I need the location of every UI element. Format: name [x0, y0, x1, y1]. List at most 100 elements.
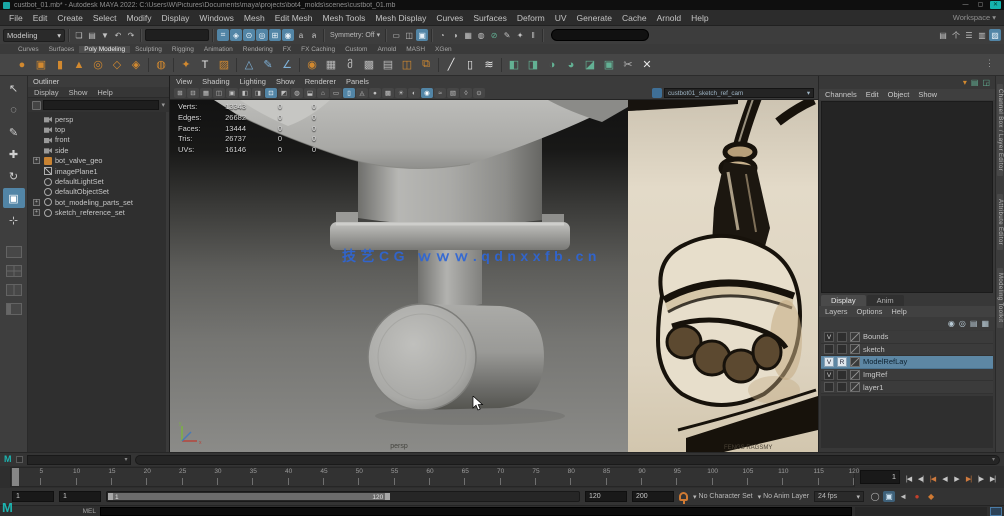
step-forward-key-button[interactable]: ▶| — [963, 472, 974, 485]
step-forward-frame-button[interactable]: |▶ — [975, 472, 986, 485]
menu-item[interactable]: UV — [550, 13, 572, 23]
selection-mask-field[interactable] — [145, 29, 209, 41]
playback-end-field[interactable]: 120 — [585, 491, 627, 502]
shelf-tab[interactable]: Curves — [13, 46, 44, 53]
channel-box-toggle-icon[interactable]: ▨ — [989, 29, 1001, 41]
command-language-label[interactable]: MEL — [0, 508, 100, 515]
sidebar-vertical-tab[interactable]: Attribute Editor — [997, 194, 1003, 250]
poly-cylinder-icon[interactable]: ▮ — [51, 56, 69, 74]
boolean-union-icon[interactable]: ◑ — [543, 56, 561, 74]
fps-dropdown[interactable]: 24 fps▾ — [814, 491, 864, 502]
animation-end-field[interactable]: 200 — [632, 491, 674, 502]
quad-draw-icon[interactable]: ▯ — [461, 56, 479, 74]
render-frame-icon[interactable]: ◔ — [436, 29, 448, 41]
target-weld-icon[interactable]: ✂ — [619, 56, 637, 74]
set-key-icon[interactable] — [679, 492, 688, 501]
strip-dropdown[interactable]: ▾ — [27, 455, 131, 465]
film-gate-icon[interactable]: ◩ — [278, 88, 290, 98]
layer-color-swatch[interactable] — [850, 344, 860, 354]
layer-display-type-toggle[interactable] — [837, 382, 847, 392]
panel-menu-item[interactable]: View — [176, 77, 192, 87]
outliner-filter-icon[interactable] — [32, 101, 41, 110]
menu-item[interactable]: Deform — [512, 13, 550, 23]
poly-cube-icon[interactable]: ▣ — [32, 56, 50, 74]
bookmarks-icon[interactable]: ◫ — [213, 88, 225, 98]
layer-editor-menu-item[interactable]: Options — [857, 307, 883, 316]
hypershade-icon[interactable]: ◍ — [475, 29, 487, 41]
bevel-icon[interactable]: ◪ — [581, 56, 599, 74]
workspace-selector[interactable]: Workspace ▾ — [953, 13, 1000, 22]
wireframe-icon[interactable]: ◬ — [356, 88, 368, 98]
panel-menu-item[interactable]: Panels — [346, 77, 369, 87]
open-scene-icon[interactable]: ▤ — [86, 29, 98, 41]
open-editor-icon[interactable]: ล — [308, 29, 320, 41]
outliner-item[interactable]: imagePlane1 — [28, 166, 169, 176]
new-scene-icon[interactable]: ❏ — [73, 29, 85, 41]
menu-item[interactable]: Help — [686, 13, 713, 23]
outliner-menu-item[interactable]: Display — [34, 88, 59, 97]
sweep-mesh-icon[interactable]: ▨ — [215, 56, 233, 74]
outliner-menu-item[interactable]: Show — [69, 88, 88, 97]
two-pane-layout-button[interactable] — [6, 284, 22, 296]
time-ruler[interactable]: 5101520253035404550556065707580859095100… — [10, 467, 855, 487]
grid-fill-icon[interactable]: ▦ — [322, 56, 340, 74]
boolean-difference-icon[interactable]: ◕ — [562, 56, 580, 74]
minimize-button[interactable]: — — [960, 1, 971, 9]
channel-box-list[interactable] — [821, 101, 993, 293]
field-chart-icon[interactable]: ⌂ — [317, 88, 329, 98]
single-pane-layout-button[interactable] — [6, 246, 22, 258]
maximize-button[interactable]: ▢ — [975, 1, 986, 9]
channel-box-menu-item[interactable]: Show — [918, 90, 937, 99]
layer-color-swatch[interactable] — [850, 357, 860, 367]
screen-space-ao-icon[interactable]: ◉ — [421, 88, 433, 98]
menu-item[interactable]: Generate — [572, 13, 617, 23]
panel-menu-item[interactable]: Show — [276, 77, 295, 87]
Bounds[interactable]: V Bounds — [821, 331, 993, 344]
playback-loop-icon[interactable]: ◯ — [869, 491, 881, 502]
sidebar-vertical-tab[interactable]: Modeling Toolkit — [997, 268, 1003, 327]
shelf-tab[interactable]: Arnold — [372, 46, 401, 53]
menu-item[interactable]: Display — [157, 13, 195, 23]
shelf-tab[interactable]: XGen — [430, 46, 457, 53]
expander-icon[interactable]: + — [33, 157, 40, 164]
outliner-item[interactable]: + bot_modeling_parts_set — [28, 197, 169, 207]
outliner-item[interactable]: front — [28, 135, 169, 145]
panel-menu-item[interactable]: Lighting — [240, 77, 266, 87]
oversampling-icon[interactable]: ◨ — [252, 88, 264, 98]
shelf-tab[interactable]: Rigging — [167, 46, 199, 53]
channel-box-menu-item[interactable]: Edit — [866, 90, 879, 99]
menu-item[interactable]: Edit — [28, 13, 53, 23]
menu-item[interactable]: Mesh Tools — [318, 13, 371, 23]
ImgRef[interactable]: V ImgRef — [821, 369, 993, 382]
auto-keyframe-icon[interactable]: ● — [911, 491, 923, 502]
create-empty-layer-icon[interactable]: ▤ — [970, 319, 978, 328]
outliner-item[interactable]: + sketch_reference_set — [28, 208, 169, 218]
shelf-tab[interactable]: Animation — [199, 46, 238, 53]
poly-disc-icon[interactable]: ◈ — [127, 56, 145, 74]
layer-display-type-toggle[interactable] — [837, 344, 847, 354]
attribute-editor-toggle-icon[interactable]: ☰ — [963, 29, 975, 41]
mute-icon[interactable]: ◄ — [897, 491, 909, 502]
channel-box-menu-item[interactable]: Object — [888, 90, 910, 99]
snap-to-curve-icon[interactable]: ◈ — [230, 29, 242, 41]
playback-start-field[interactable]: 1 — [59, 491, 101, 502]
sketch[interactable]: sketch — [821, 344, 993, 357]
snap-to-projected-center-icon[interactable]: ◎ — [256, 29, 268, 41]
shelf-tab[interactable]: Poly Modeling — [79, 46, 130, 53]
viewport-canvas[interactable]: FENGS RAGSMY Verts: 13343 0 0 — [170, 100, 818, 452]
delete-history-icon[interactable]: ✕ — [638, 56, 656, 74]
make-live-icon[interactable] — [652, 88, 662, 98]
divider[interactable] — [68, 29, 70, 42]
range-track[interactable]: 1 120 — [106, 491, 580, 502]
outliner-scrollbar[interactable] — [166, 112, 169, 452]
layer-color-swatch[interactable] — [850, 370, 860, 380]
menu-item[interactable]: Edit Mesh — [270, 13, 318, 23]
grid-toggle-icon[interactable]: ⊡ — [265, 88, 277, 98]
outliner-item[interactable]: side — [28, 145, 169, 155]
two-pane-icon[interactable]: ◫ — [403, 29, 415, 41]
render-settings-icon[interactable]: ▦ — [462, 29, 474, 41]
divider[interactable] — [385, 29, 387, 42]
select-camera-icon[interactable]: ⊞ — [174, 88, 186, 98]
divider[interactable] — [542, 29, 544, 42]
poly-type-icon[interactable]: T — [196, 56, 214, 74]
